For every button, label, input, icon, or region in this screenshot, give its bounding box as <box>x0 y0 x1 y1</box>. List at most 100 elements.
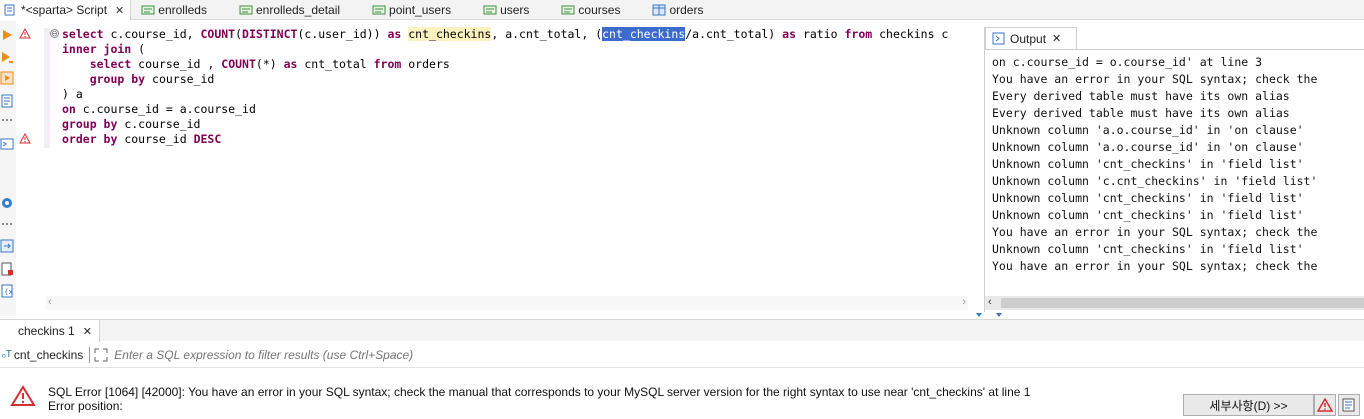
error-message: SQL Error [1064] [42000]: You have an er… <box>48 385 1030 413</box>
editor-side-toolbar: {x} <box>0 21 16 316</box>
execute-new-tab-icon[interactable] <box>0 51 14 65</box>
variables-icon[interactable]: {x} <box>0 284 14 298</box>
output-line: on c.course_id = o.course_id' at line 3 <box>992 55 1263 69</box>
output-tab-label: Output <box>1010 31 1047 46</box>
error-log-button[interactable] <box>1314 394 1336 416</box>
tab-point-users[interactable]: point_users <box>368 0 457 20</box>
editor-gutter <box>16 21 44 296</box>
table-view-icon <box>141 5 155 15</box>
tab-label: users <box>500 3 530 17</box>
output-line: You have an error in your SQL syntax; ch… <box>992 259 1318 273</box>
tab-label: *<sparta> Script <box>21 3 108 17</box>
tab-label: enrolleds <box>158 3 207 17</box>
result-table-label: cnt_checkins <box>13 347 84 362</box>
output-line: Unknown column 'cnt_checkins' in 'field … <box>992 157 1304 171</box>
query-icon <box>1342 398 1355 412</box>
results-tab-label: checkins 1 <box>18 324 75 338</box>
scroll-left-icon[interactable]: ‹ <box>988 296 992 308</box>
output-line: Unknown column 'cnt_checkins' in 'field … <box>992 191 1304 205</box>
table-view-icon <box>483 5 497 15</box>
export-results-icon[interactable] <box>0 239 14 253</box>
warning-icon[interactable] <box>19 133 31 144</box>
details-button[interactable]: 세부사항(D) >> <box>1183 394 1314 416</box>
results-tab-bar: checkins 1 ✕ <box>0 319 1364 342</box>
divider <box>89 346 91 363</box>
table-view-icon <box>561 5 575 15</box>
code-line: inner join ( <box>62 42 146 56</box>
expand-filter-icon[interactable] <box>94 348 108 362</box>
scrollbar-thumb[interactable] <box>1001 298 1364 308</box>
more-dots-icon <box>2 119 12 121</box>
output-line: Unknown column 'a.o.course_id' in 'on cl… <box>992 140 1304 154</box>
result-table-name[interactable]: ₒT cnt_checkins <box>0 348 83 362</box>
tab-courses[interactable]: courses <box>557 0 626 20</box>
editor-horizontal-scrollbar[interactable]: ‹ › <box>46 296 968 310</box>
table-view-icon <box>239 5 253 15</box>
console-icon[interactable] <box>0 137 14 151</box>
text-selection: cnt_checkins <box>602 27 686 41</box>
tab-script[interactable]: *<sparta> Script ✕ <box>0 0 132 20</box>
occurrence-highlight: cnt_checkins <box>408 27 492 41</box>
tab-enrolleds[interactable]: enrolleds <box>137 0 213 20</box>
code-line: select course_id , COUNT(*) as cnt_total… <box>89 57 450 71</box>
close-icon[interactable]: ✕ <box>115 4 124 17</box>
output-line: Unknown column 'cnt_checkins' in 'field … <box>992 208 1304 222</box>
filter-input[interactable] <box>114 347 1364 362</box>
sql-code[interactable]: select c.course_id, COUNT(DISTINCT(c.use… <box>62 27 948 147</box>
output-line: Unknown column 'a.o.course_id' in 'on cl… <box>992 123 1304 137</box>
table-view-icon <box>372 5 386 15</box>
output-line: Every derived table must have its own al… <box>992 106 1290 120</box>
scroll-left-icon[interactable]: ‹ <box>48 296 52 308</box>
statement-ruler <box>44 28 50 148</box>
more-dots-icon <box>2 223 12 225</box>
code-line: group by course_id <box>89 72 215 86</box>
execute-statement-icon[interactable] <box>0 28 14 42</box>
explain-plan-icon[interactable] <box>0 94 14 108</box>
execute-script-icon[interactable] <box>0 71 14 85</box>
warning-icon[interactable] <box>19 28 31 39</box>
output-line: You have an error in your SQL syntax; ch… <box>992 72 1318 86</box>
gear-icon[interactable] <box>0 196 14 210</box>
tab-enrolleds-detail[interactable]: enrolleds_detail <box>235 0 346 20</box>
results-filter-bar: ₒT cnt_checkins <box>0 342 1364 368</box>
output-line: Unknown column 'c.cnt_checkins' in 'fiel… <box>992 174 1318 188</box>
tab-label: point_users <box>389 3 452 17</box>
tab-results-checkins[interactable]: checkins 1 ✕ <box>0 320 100 342</box>
tab-output[interactable]: Output ✕ <box>985 27 1077 49</box>
tab-orders[interactable]: orders <box>648 0 709 20</box>
error-text-line: SQL Error [1064] [42000]: You have an er… <box>48 385 1031 399</box>
script-icon <box>4 4 15 16</box>
output-log[interactable]: on c.course_id = o.course_id' at line 3 Y… <box>985 49 1364 295</box>
output-line: You have an error in your SQL syntax; ch… <box>992 225 1318 239</box>
show-sql-button[interactable] <box>1338 394 1360 416</box>
output-icon <box>992 32 1005 45</box>
sql-editor[interactable]: ⊖ select c.course_id, COUNT(DISTINCT(c.u… <box>16 21 968 296</box>
panel-splitter-handle[interactable] <box>974 312 1004 318</box>
code-line: select c.course_id, COUNT(DISTINCT(c.use… <box>62 27 949 41</box>
close-icon[interactable]: ✕ <box>1052 32 1061 45</box>
output-line: Every derived table must have its own al… <box>992 89 1290 103</box>
svg-text:{x}: {x} <box>4 288 14 296</box>
table-link-icon: ₒT <box>2 349 12 360</box>
scroll-right-icon[interactable]: › <box>962 296 966 308</box>
editor-tab-bar: *<sparta> Script ✕ enrolleds enrolleds_d… <box>0 0 1364 20</box>
warning-icon <box>1317 398 1333 412</box>
error-panel: SQL Error [1064] [42000]: You have an er… <box>0 369 1364 419</box>
error-warning-icon <box>10 385 36 406</box>
code-line: order by course_id DESC <box>62 132 222 146</box>
output-panel: Output ✕ on c.course_id = o.course_id' a… <box>984 27 1364 312</box>
tab-label: enrolleds_detail <box>255 3 341 17</box>
tab-label: courses <box>578 3 621 17</box>
close-icon[interactable]: ✕ <box>83 325 92 338</box>
tab-users[interactable]: users <box>479 0 535 20</box>
output-horizontal-scrollbar[interactable]: ‹ <box>985 296 1364 310</box>
code-line: ) a <box>62 87 83 101</box>
error-position-line: Error position: <box>48 399 123 413</box>
code-line: on c.course_id = a.course_id <box>62 102 256 116</box>
table-grid-icon <box>652 4 666 16</box>
code-line: group by c.course_id <box>62 117 201 131</box>
output-line: Unknown column 'cnt_checkins' in 'field … <box>992 242 1304 256</box>
tab-label: orders <box>669 3 704 17</box>
fold-toggle-icon[interactable]: ⊖ <box>50 29 59 38</box>
file-error-icon[interactable] <box>0 262 14 276</box>
